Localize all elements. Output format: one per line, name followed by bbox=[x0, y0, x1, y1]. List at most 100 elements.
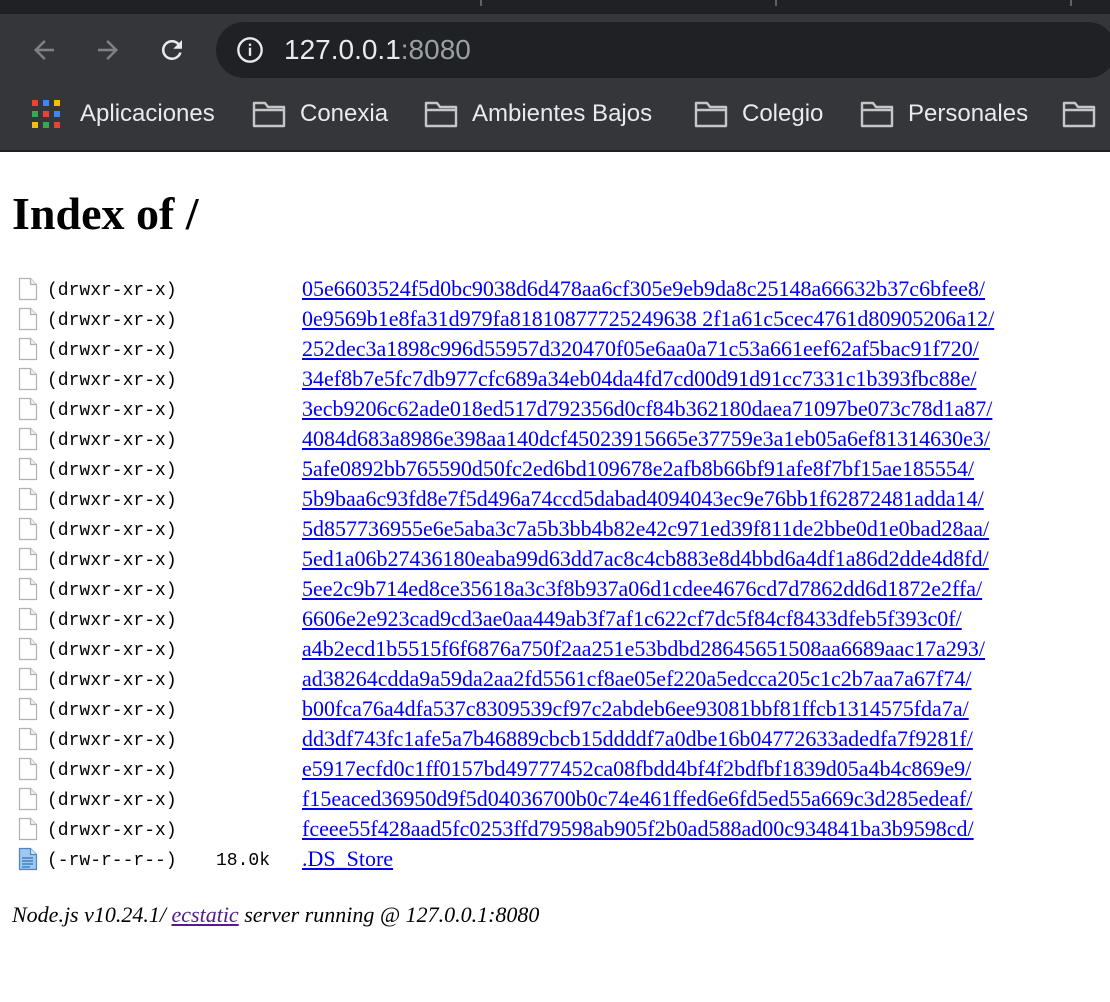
file-permissions: (drwxr-xr-x) bbox=[47, 311, 177, 331]
blank-file-icon bbox=[18, 457, 38, 481]
forward-button[interactable] bbox=[88, 30, 128, 70]
bookmark-label: Conexia bbox=[300, 100, 389, 127]
back-button[interactable] bbox=[24, 30, 64, 70]
bookmark-colegio[interactable]: Colegio bbox=[694, 98, 823, 130]
file-link[interactable]: 0e9569b1e8fa31d979fa81810877725249638 2f… bbox=[302, 306, 994, 332]
server-footer: Node.js v10.24.1/ ecstatic server runnin… bbox=[12, 900, 539, 930]
blank-file-icon bbox=[18, 337, 38, 361]
list-item: (drwxr-xr-x) a4b2ecd1b5515f6f6876a750f2aa… bbox=[12, 634, 1102, 664]
file-listing: (drwxr-xr-x) 05e6603524f5d0bc9038d6d478aa… bbox=[12, 274, 1102, 874]
file-link[interactable]: 34ef8b7e5fc7db977cfc689a34eb04da4fd7cd00… bbox=[302, 366, 976, 392]
tab-separator bbox=[480, 0, 482, 6]
blank-file-icon bbox=[18, 637, 38, 661]
bookmark-label: Aplicaciones bbox=[80, 100, 215, 127]
bookmark-personales[interactable]: Personales bbox=[860, 98, 1028, 130]
blank-file-icon bbox=[18, 577, 38, 601]
file-permissions: (drwxr-xr-x) bbox=[47, 821, 177, 841]
file-permissions: (drwxr-xr-x) bbox=[47, 521, 177, 541]
bookmark-folder-overflow[interactable] bbox=[1062, 98, 1110, 130]
file-link[interactable]: fceee55f428aad5fc0253ffd79598ab905f2b0ad… bbox=[302, 816, 974, 842]
ecstatic-link[interactable]: ecstatic bbox=[172, 902, 239, 927]
file-link[interactable]: e5917ecfd0c1ff0157bd49777452ca08fbdd4bf4… bbox=[302, 756, 971, 782]
apps-grid-icon bbox=[32, 100, 60, 128]
file-link[interactable]: dd3df743fc1afe5a7b46889cbcb15ddddf7a0dbe… bbox=[302, 726, 973, 752]
file-permissions: (drwxr-xr-x) bbox=[47, 461, 177, 481]
file-link[interactable]: 5ed1a06b27436180eaba99d63dd7ac8c4cb883e8… bbox=[302, 546, 989, 572]
folder-icon bbox=[860, 101, 894, 128]
file-permissions: (drwxr-xr-x) bbox=[47, 671, 177, 691]
chrome-divider bbox=[0, 150, 1110, 152]
file-permissions: (-rw-r--r--) bbox=[47, 851, 177, 871]
folder-icon bbox=[252, 101, 286, 128]
blank-file-icon bbox=[18, 367, 38, 391]
file-permissions: (drwxr-xr-x) bbox=[47, 371, 177, 391]
file-permissions: (drwxr-xr-x) bbox=[47, 551, 177, 571]
text-file-icon bbox=[18, 847, 38, 871]
tab-strip bbox=[0, 0, 1110, 14]
file-link[interactable]: 05e6603524f5d0bc9038d6d478aa6cf305e9eb9d… bbox=[302, 276, 985, 302]
list-item: (drwxr-xr-x) 252dec3a1898c996d55957d32047… bbox=[12, 334, 1102, 364]
list-item: (drwxr-xr-x) 05e6603524f5d0bc9038d6d478aa… bbox=[12, 274, 1102, 304]
file-link[interactable]: f15eaced36950d9f5d04036700b0c74e461ffed6… bbox=[302, 786, 972, 812]
url-port: :8080 bbox=[400, 34, 471, 65]
bookmarks-bar: Aplicaciones Conexia Ambientes Bajos Col… bbox=[0, 88, 1110, 140]
file-size: 18.0k bbox=[216, 851, 271, 871]
list-item: (drwxr-xr-x) 5b9baa6c93fd8e7f5d496a74ccd5… bbox=[12, 484, 1102, 514]
tab-separator bbox=[775, 0, 777, 6]
bookmark-ambientes-bajos[interactable]: Ambientes Bajos bbox=[424, 98, 652, 130]
bookmark-conexia[interactable]: Conexia bbox=[252, 98, 388, 130]
file-link[interactable]: 5ee2c9b714ed8ce35618a3c3f8b937a06d1cdee4… bbox=[302, 576, 982, 602]
file-link[interactable]: b00fca76a4dfa537c8309539cf97c2abdeb6ee93… bbox=[302, 696, 969, 722]
folder-icon bbox=[694, 101, 728, 128]
blank-file-icon bbox=[18, 727, 38, 751]
back-arrow-icon bbox=[34, 40, 54, 60]
blank-file-icon bbox=[18, 817, 38, 841]
address-url[interactable]: 127.0.0.1:8080 bbox=[284, 34, 471, 66]
file-permissions: (drwxr-xr-x) bbox=[47, 401, 177, 421]
file-link[interactable]: .DS_Store bbox=[302, 846, 393, 872]
url-host: 127.0.0.1 bbox=[284, 34, 401, 65]
page-title: Index of / bbox=[12, 188, 199, 239]
file-link[interactable]: ad38264cdda9a59da2aa2fd5561cf8ae05ef220a… bbox=[302, 666, 971, 692]
reload-button[interactable] bbox=[152, 30, 192, 70]
blank-file-icon bbox=[18, 277, 38, 301]
forward-arrow-icon bbox=[98, 40, 118, 60]
footer-text-after: server running @ 127.0.0.1:8080 bbox=[238, 902, 540, 927]
list-item: (drwxr-xr-x) 5ed1a06b27436180eaba99d63dd7… bbox=[12, 544, 1102, 574]
blank-file-icon bbox=[18, 487, 38, 511]
footer-text-before: Node.js v10.24.1/ bbox=[12, 902, 172, 927]
file-link[interactable]: a4b2ecd1b5515f6f6876a750f2aa251e53bdbd28… bbox=[302, 636, 985, 662]
list-item: (drwxr-xr-x) 0e9569b1e8fa31d979fa81810877… bbox=[12, 304, 1102, 334]
list-item: (drwxr-xr-x) ad38264cdda9a59da2aa2fd5561c… bbox=[12, 664, 1102, 694]
bookmark-apps[interactable]: Aplicaciones bbox=[32, 98, 215, 130]
file-link[interactable]: 3ecb9206c62ade018ed517d792356d0cf84b3621… bbox=[302, 396, 992, 422]
list-item: (drwxr-xr-x) fceee55f428aad5fc0253ffd7959… bbox=[12, 814, 1102, 844]
reload-icon bbox=[161, 39, 182, 60]
list-item: (drwxr-xr-x) 5d857736955e6e5aba3c7a5b3bb4… bbox=[12, 514, 1102, 544]
blank-file-icon bbox=[18, 667, 38, 691]
list-item: (drwxr-xr-x) 5ee2c9b714ed8ce35618a3c3f8b9… bbox=[12, 574, 1102, 604]
folder-icon bbox=[1062, 101, 1096, 128]
tab-separator bbox=[1070, 0, 1072, 6]
list-item: (-rw-r--r--) 18.0k .DS_Store bbox=[12, 844, 1102, 874]
address-bar[interactable]: 127.0.0.1:8080 bbox=[216, 22, 1110, 78]
blank-file-icon bbox=[18, 547, 38, 571]
file-link[interactable]: 5afe0892bb765590d50fc2ed6bd109678e2afb8b… bbox=[302, 456, 974, 482]
info-icon[interactable] bbox=[236, 36, 264, 64]
list-item: (drwxr-xr-x) 4084d683a8986e398aa140dcf450… bbox=[12, 424, 1102, 454]
blank-file-icon bbox=[18, 757, 38, 781]
file-permissions: (drwxr-xr-x) bbox=[47, 491, 177, 511]
bookmark-label: Ambientes Bajos bbox=[472, 100, 653, 127]
bookmark-label: Colegio bbox=[742, 100, 824, 127]
file-link[interactable]: 6606e2e923cad9cd3ae0aa449ab3f7af1c622cf7… bbox=[302, 606, 962, 632]
file-permissions: (drwxr-xr-x) bbox=[47, 611, 177, 631]
list-item: (drwxr-xr-x) b00fca76a4dfa537c8309539cf97… bbox=[12, 694, 1102, 724]
blank-file-icon bbox=[18, 517, 38, 541]
file-link[interactable]: 5d857736955e6e5aba3c7a5b3bb4b82e42c971ed… bbox=[302, 516, 989, 542]
file-link[interactable]: 4084d683a8986e398aa140dcf45023915665e377… bbox=[302, 426, 990, 452]
file-link[interactable]: 5b9baa6c93fd8e7f5d496a74ccd5dabad4094043… bbox=[302, 486, 984, 512]
file-permissions: (drwxr-xr-x) bbox=[47, 791, 177, 811]
file-link[interactable]: 252dec3a1898c996d55957d320470f05e6aa0a71… bbox=[302, 336, 979, 362]
file-permissions: (drwxr-xr-x) bbox=[47, 701, 177, 721]
blank-file-icon bbox=[18, 427, 38, 451]
